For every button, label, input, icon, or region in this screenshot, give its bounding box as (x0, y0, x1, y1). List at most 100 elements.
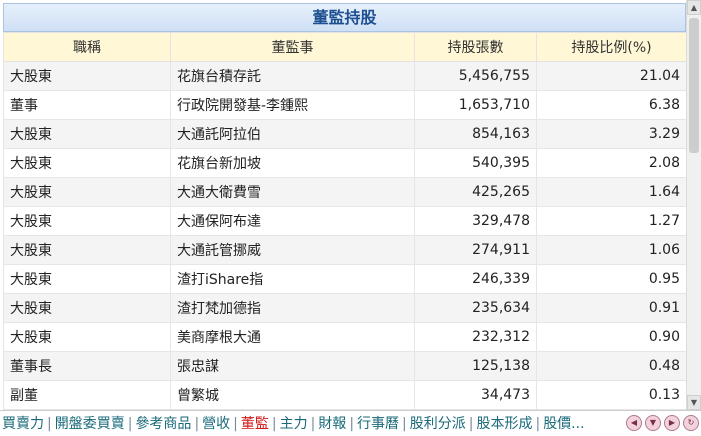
tab-separator: | (271, 415, 277, 432)
cell-name: 美商摩根大通 (170, 322, 415, 352)
cell-title: 大股東 (3, 148, 171, 178)
table-row: 副董 曾繁城 34,473 0.13 (3, 380, 686, 410)
tab-item[interactable]: 開盤委買賣 (53, 412, 127, 436)
cell-name: 大通託阿拉伯 (170, 119, 415, 149)
cell-name: 大通大衛費雪 (170, 177, 415, 207)
panel-title: 董監持股 (3, 3, 686, 32)
tab-separator: | (349, 415, 355, 432)
tab-separator: | (310, 415, 316, 432)
cell-pct: 21.04 (536, 61, 686, 91)
cell-shares: 232,312 (414, 322, 537, 352)
tab-item[interactable]: 財報 (316, 412, 348, 436)
tab-item[interactable]: 主力 (278, 412, 310, 436)
cell-shares: 235,634 (414, 293, 537, 323)
table-row: 大股東 美商摩根大通 232,312 0.90 (3, 322, 686, 352)
table-row: 大股東 花旗台新加坡 540,395 2.08 (3, 148, 686, 178)
cell-title: 大股東 (3, 293, 171, 323)
cell-name: 大通託管挪威 (170, 235, 415, 265)
cell-shares: 425,265 (414, 177, 537, 207)
tab-item[interactable]: 股本形成 (474, 412, 534, 436)
cell-shares: 5,456,755 (414, 61, 537, 91)
table-row: 董事 行政院開發基-李鍾熙 1,653,710 6.38 (3, 90, 686, 120)
cell-title: 副董 (3, 380, 171, 410)
cell-name: 花旗台新加坡 (170, 148, 415, 178)
tab-separator: | (233, 415, 238, 432)
next-icon[interactable]: ▶ (664, 415, 680, 431)
cell-name: 渣打iShare指 (170, 264, 415, 294)
cell-pct: 0.13 (536, 380, 686, 410)
cell-title: 大股東 (3, 264, 171, 294)
scroll-up-icon[interactable]: ▲ (687, 0, 701, 15)
cell-shares: 34,473 (414, 380, 537, 410)
tab-item[interactable]: 股價... (541, 412, 586, 436)
tab-item[interactable]: 股利分派 (408, 412, 468, 436)
cell-pct: 0.95 (536, 264, 686, 294)
cell-shares: 854,163 (414, 119, 537, 149)
tab-item[interactable]: 買賣力 (0, 412, 46, 436)
cell-pct: 0.91 (536, 293, 686, 323)
cell-name: 行政院開發基-李鍾熙 (170, 90, 415, 120)
cell-pct: 2.08 (536, 148, 686, 178)
scroll-down-icon[interactable]: ▼ (687, 395, 701, 410)
cell-name: 花旗台積存託 (170, 61, 415, 91)
table-row: 大股東 渣打梵加德指 235,634 0.91 (3, 293, 686, 323)
cell-title: 大股東 (3, 177, 171, 207)
cell-title: 大股東 (3, 61, 171, 91)
tab-nav: ◀ ▼ ▶ ↻ (626, 415, 699, 431)
table-row: 董事長 張忠謀 125,138 0.48 (3, 351, 686, 381)
cell-title: 董事長 (3, 351, 171, 381)
cell-shares: 246,339 (414, 264, 537, 294)
tab-separator: | (468, 415, 474, 432)
cell-title: 大股東 (3, 235, 171, 265)
down-icon[interactable]: ▼ (645, 415, 661, 431)
tab-item[interactable]: 參考商品 (133, 412, 193, 436)
table-row: 大股東 大通保阿布達 329,478 1.27 (3, 206, 686, 236)
bottom-tab-bar: 買賣力 | 開盤委買賣 | 參考商品 | 營收 | 董監 | 主力 | 財報 | 行事曆 | 股利分派 | 股本形成… (0, 410, 701, 436)
tab-item[interactable]: 行事曆 (355, 412, 401, 436)
header-shares: 持股張數 (414, 32, 537, 62)
table-header-row: 職稱 董監事 持股張數 持股比例(%) (3, 32, 686, 62)
header-pct: 持股比例(%) (536, 32, 686, 62)
holdings-panel: 董監持股 職稱 董監事 持股張數 持股比例(%) 大股東 花旗台積存託 5,456,… (0, 0, 686, 410)
cell-shares: 329,478 (414, 206, 537, 236)
cell-pct: 1.64 (536, 177, 686, 207)
table-row: 大股東 大通託阿拉伯 854,163 3.29 (3, 119, 686, 149)
cell-name: 大通保阿布達 (170, 206, 415, 236)
cell-pct: 0.48 (536, 351, 686, 381)
table-row: 大股東 大通大衛費雪 425,265 1.64 (3, 177, 686, 207)
tab-separator: | (402, 415, 407, 432)
cell-title: 大股東 (3, 322, 171, 352)
cell-pct: 0.90 (536, 322, 686, 352)
cell-title: 大股東 (3, 119, 171, 149)
cell-shares: 125,138 (414, 351, 537, 381)
table-row: 大股東 花旗台積存託 5,456,755 21.04 (3, 61, 686, 91)
cell-shares: 540,395 (414, 148, 537, 178)
cell-shares: 274,911 (414, 235, 537, 265)
cell-title: 董事 (3, 90, 171, 120)
refresh-icon[interactable]: ↻ (683, 415, 699, 431)
header-name: 董監事 (170, 32, 415, 62)
prev-icon[interactable]: ◀ (626, 415, 642, 431)
cell-name: 渣打梵加德指 (170, 293, 415, 323)
tab-item[interactable]: 營收 (200, 412, 232, 436)
tab-separator: | (47, 415, 52, 432)
holdings-table: 職稱 董監事 持股張數 持股比例(%) 大股東 花旗台積存託 5,456,755 21… (3, 32, 686, 410)
cell-pct: 1.27 (536, 206, 686, 236)
cell-pct: 6.38 (536, 90, 686, 120)
vertical-scrollbar[interactable]: ▲ ▼ (686, 0, 701, 410)
cell-name: 張忠謀 (170, 351, 415, 381)
cell-pct: 1.06 (536, 235, 686, 265)
tab-item[interactable]: 董監 (239, 412, 271, 436)
table-row: 大股東 大通託管挪威 274,911 1.06 (3, 235, 686, 265)
cell-title: 大股東 (3, 206, 171, 236)
cell-pct: 3.29 (536, 119, 686, 149)
cell-name: 曾繁城 (170, 380, 415, 410)
tab-separator: | (194, 415, 200, 432)
scroll-thumb[interactable] (689, 18, 699, 153)
tab-separator: | (127, 415, 133, 432)
tab-list: 買賣力 | 開盤委買賣 | 參考商品 | 營收 | 董監 | 主力 | 財報 | 行事曆 | 股利分派 | 股本形成… (0, 411, 587, 436)
cell-shares: 1,653,710 (414, 90, 537, 120)
tab-separator: | (535, 415, 541, 432)
table-row: 大股東 渣打iShare指 246,339 0.95 (3, 264, 686, 294)
header-title: 職稱 (3, 32, 171, 62)
